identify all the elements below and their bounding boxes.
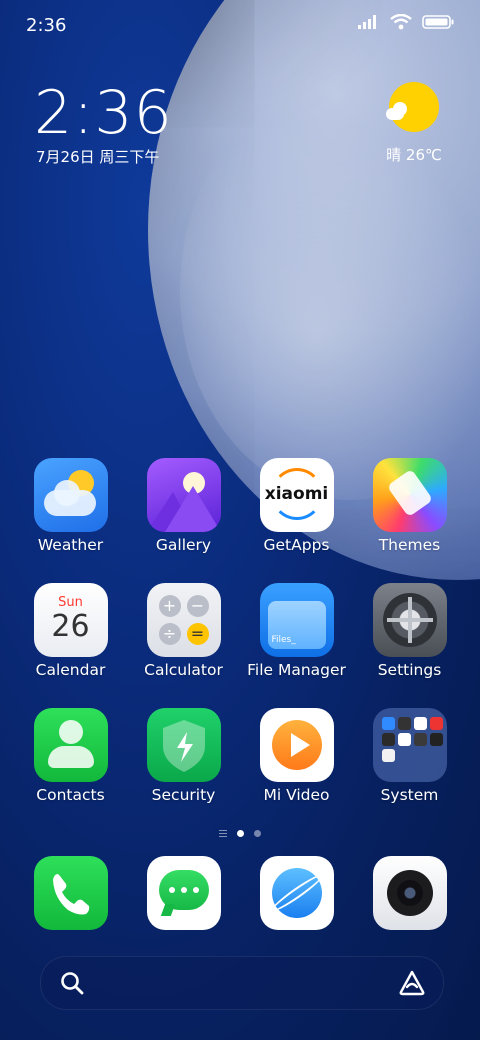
settings-app-icon (372, 583, 447, 657)
app-row: Contacts Security Mi Video System (0, 708, 480, 804)
app-security[interactable]: Security (127, 708, 240, 804)
clock-widget-date: 7月26日 周三下午 (36, 148, 160, 166)
browser-icon (259, 856, 334, 930)
home-screen: 2:36 2:36 7月26日 周三下午 晴 26℃ Weather Galle… (0, 0, 480, 1040)
signal-icon (358, 15, 376, 29)
gallery-app-icon (146, 458, 221, 532)
camera-icon (372, 856, 447, 930)
app-label: GetApps (263, 536, 330, 554)
app-label: Calculator (144, 661, 223, 679)
folder-icon (372, 708, 447, 782)
app-label: Contacts (36, 786, 105, 804)
getapps-app-icon: xiaomi (259, 458, 334, 532)
wifi-icon (390, 14, 412, 30)
mi-video-app-icon (259, 708, 334, 782)
app-label: Security (151, 786, 216, 804)
calendar-day-number: 26 (51, 609, 90, 644)
dock-camera[interactable] (353, 856, 466, 930)
weather-widget[interactable]: 晴 26℃ (384, 82, 444, 165)
app-weather[interactable]: Weather (14, 458, 127, 554)
clock-widget-time[interactable]: 2:36 (34, 78, 173, 148)
menu-lines-icon (219, 828, 227, 839)
page-dot[interactable] (254, 829, 261, 837)
app-row: Sun 26 Calendar + − ÷ = Calculator Files… (0, 583, 480, 679)
calculator-app-icon: + − ÷ = (146, 583, 221, 657)
search-icon (61, 972, 84, 995)
app-getapps[interactable]: xiaomi GetApps (240, 458, 353, 554)
app-label: Settings (377, 661, 442, 679)
file-manager-app-icon: Files_ (259, 583, 334, 657)
app-mi-video[interactable]: Mi Video (240, 708, 353, 804)
calendar-day-name: Sun (58, 595, 83, 610)
app-settings[interactable]: Settings (353, 583, 466, 679)
dock-messages[interactable] (127, 856, 240, 930)
app-label: Mi Video (263, 786, 330, 804)
status-bar: 2:36 (0, 0, 480, 52)
battery-icon (422, 15, 454, 29)
messages-icon (146, 856, 221, 930)
dock-browser[interactable] (240, 856, 353, 930)
sunny-icon (386, 82, 439, 132)
app-label: Calendar (35, 661, 106, 679)
app-label: Weather (37, 536, 104, 554)
app-label: System (380, 786, 439, 804)
app-label: Gallery (155, 536, 212, 554)
app-label: File Manager (247, 661, 346, 679)
weather-app-icon (33, 458, 108, 532)
app-gallery[interactable]: Gallery (127, 458, 240, 554)
app-system-folder[interactable]: System (353, 708, 466, 804)
app-themes[interactable]: Themes (353, 458, 466, 554)
app-contacts[interactable]: Contacts (14, 708, 127, 804)
app-calendar[interactable]: Sun 26 Calendar (14, 583, 127, 679)
xiaomi-logo: xiaomi (264, 484, 329, 504)
dock-phone[interactable] (14, 856, 127, 930)
status-time: 2:36 (26, 15, 67, 36)
app-file-manager[interactable]: Files_ File Manager (240, 583, 353, 679)
contacts-app-icon (33, 708, 108, 782)
status-icons (358, 14, 454, 30)
calendar-app-icon: Sun 26 (33, 583, 108, 657)
weather-text: 晴 26℃ (386, 146, 442, 164)
search-bar[interactable] (40, 956, 444, 1010)
page-indicator[interactable] (0, 828, 480, 839)
app-calculator[interactable]: + − ÷ = Calculator (127, 583, 240, 679)
themes-app-icon (372, 458, 447, 532)
dock (0, 856, 480, 930)
page-dot-active[interactable] (237, 829, 244, 837)
phone-icon (33, 856, 108, 930)
security-app-icon (146, 708, 221, 782)
app-label: Themes (378, 536, 441, 554)
app-row: Weather Gallery xiaomi GetApps Themes (0, 458, 480, 554)
files-text: Files_ (271, 635, 296, 645)
assistant-icon[interactable] (397, 968, 427, 998)
